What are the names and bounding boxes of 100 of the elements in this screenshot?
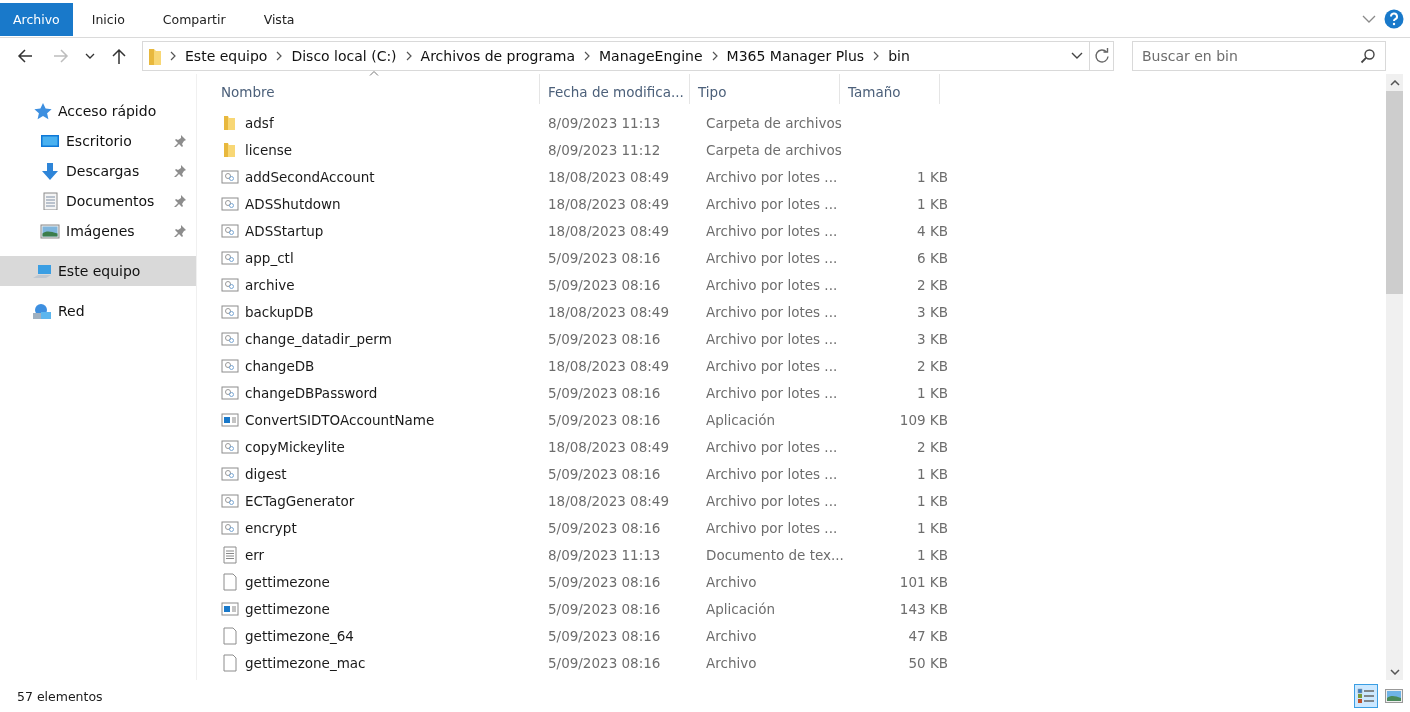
file-type: Aplicación (705, 600, 776, 617)
file-type: Archivo (705, 654, 758, 671)
gears-file-icon (221, 437, 239, 456)
file-name[interactable]: change_datadir_perm (245, 330, 392, 347)
ribbon-tab[interactable]: Inicio (72, 3, 144, 36)
ribbon-tab[interactable]: Compartir (143, 3, 245, 36)
chevron-down-icon[interactable] (1362, 13, 1376, 24)
file-name[interactable]: err (245, 546, 265, 563)
blank-file-icon (221, 572, 239, 591)
sidebar-item[interactable]: Este equipo (0, 256, 196, 286)
file-size: 1 KB (916, 384, 948, 401)
file-type: Archivo (705, 573, 758, 590)
file-name[interactable]: ADSShutdown (245, 195, 341, 212)
file-name[interactable]: copyMickeylite (245, 438, 345, 455)
view-toggle-button[interactable] (1354, 684, 1378, 708)
file-name[interactable]: changeDB (245, 357, 315, 374)
chevron-right-icon (275, 51, 284, 61)
file-name[interactable]: digest (245, 465, 287, 482)
refresh-icon (1093, 48, 1110, 64)
scrollbar-thumb[interactable] (1386, 91, 1403, 294)
file-size: 1 KB (916, 546, 948, 563)
file-type: Archivo (705, 627, 758, 644)
file-size: 143 KB (898, 600, 948, 617)
text-file-icon (221, 545, 239, 564)
gears-file-icon (221, 194, 239, 213)
sidebar-item[interactable]: Acceso rápido (0, 96, 196, 126)
modified-date: 18/08/2023 08:49 (547, 195, 670, 212)
chevron-up-icon (1389, 79, 1400, 86)
sidebar-item[interactable]: Documentos (0, 186, 196, 216)
network-icon (32, 302, 52, 320)
breadcrumb[interactable]: Disco local (C:) (291, 48, 397, 64)
file-size: 1 KB (916, 195, 948, 212)
file-name[interactable]: gettimezone (245, 600, 330, 617)
gears-file-icon (221, 302, 239, 321)
file-name[interactable]: ConvertSIDTOAccountName (245, 411, 435, 428)
help-icon[interactable] (1384, 8, 1404, 29)
breadcrumb[interactable]: M365 Manager Plus (726, 48, 865, 64)
modified-date: 8/09/2023 11:13 (547, 546, 662, 563)
file-name[interactable]: ECTagGenerator (245, 492, 355, 509)
file-name[interactable]: license (245, 141, 293, 158)
modified-date: 5/09/2023 08:16 (547, 654, 662, 671)
scroll-up-button[interactable] (1386, 74, 1403, 91)
file-type: Carpeta de archivos (705, 114, 843, 131)
sidebar-item[interactable]: Escritorio (0, 126, 196, 156)
file-size: 2 KB (916, 438, 948, 455)
file-name[interactable]: adsf (245, 114, 274, 131)
file-size: 1 KB (916, 168, 948, 185)
address-bar[interactable]: Este equipo Disco local (C:) Archivos de programa ManageEngine M365 Manager Plus bin (142, 41, 1114, 71)
column-header[interactable]: Nombre (201, 74, 540, 104)
file-size: 1 KB (916, 519, 948, 536)
modified-date: 5/09/2023 08:16 (547, 465, 662, 482)
chevron-right-icon (404, 51, 413, 61)
sidebar-item[interactable]: Imágenes (0, 216, 196, 246)
file-type: Archivo por lotes ... (705, 357, 839, 374)
document-icon (40, 192, 60, 210)
file-name[interactable]: archive (245, 276, 295, 293)
modified-date: 5/09/2023 08:16 (547, 384, 662, 401)
search-field[interactable]: Buscar en bin (1132, 41, 1386, 71)
modified-date: 5/09/2023 08:16 (547, 573, 662, 590)
modified-date: 5/09/2023 08:16 (547, 519, 662, 536)
column-header[interactable]: Tipo (690, 74, 840, 104)
gears-file-icon (221, 248, 239, 267)
modified-date: 18/08/2023 08:49 (547, 438, 670, 455)
file-type: Archivo por lotes ... (705, 222, 839, 239)
chevron-right-icon (169, 51, 177, 61)
scroll-down-button[interactable] (1386, 663, 1403, 680)
file-name[interactable]: gettimezone (245, 573, 330, 590)
file-type: Aplicación (705, 411, 776, 428)
file-name[interactable]: changeDBPassword (245, 384, 378, 401)
breadcrumb[interactable]: bin (888, 48, 910, 64)
file-name[interactable]: app_ctl (245, 249, 294, 266)
column-header[interactable]: Tamaño (840, 74, 940, 104)
file-type: Archivo por lotes ... (705, 492, 839, 509)
gears-file-icon (221, 221, 239, 240)
gears-file-icon (221, 329, 239, 348)
file-name[interactable]: gettimezone_64 (245, 627, 354, 644)
breadcrumb[interactable]: Este equipo (185, 48, 268, 64)
sidebar-item[interactable]: Red (0, 296, 196, 326)
column-header[interactable]: Fecha de modifica... (540, 74, 690, 104)
search-icon[interactable] (1360, 48, 1376, 64)
file-name[interactable]: encrypt (245, 519, 297, 536)
breadcrumb[interactable]: ManageEngine (598, 48, 703, 64)
image-icon (40, 222, 60, 240)
window-file-icon (221, 410, 239, 429)
file-size: 2 KB (916, 276, 948, 293)
file-name[interactable]: addSecondAccount (245, 168, 375, 185)
sidebar-item[interactable]: Descargas (0, 156, 196, 186)
file-name[interactable]: gettimezone_mac (245, 654, 366, 671)
computer-icon (32, 262, 52, 280)
ribbon-tab[interactable]: Archivo (0, 3, 73, 36)
file-name[interactable]: ADSStartup (245, 222, 324, 239)
file-size: 1 KB (916, 492, 948, 509)
breadcrumb[interactable]: Archivos de programa (420, 48, 575, 64)
file-type: Archivo por lotes ... (705, 330, 839, 347)
star-icon (32, 102, 52, 120)
gears-file-icon (221, 518, 239, 537)
file-name[interactable]: backupDB (245, 303, 314, 320)
ribbon-tab[interactable]: Vista (244, 3, 314, 36)
details-view-icon (1357, 687, 1375, 705)
window-file-icon (221, 599, 239, 618)
